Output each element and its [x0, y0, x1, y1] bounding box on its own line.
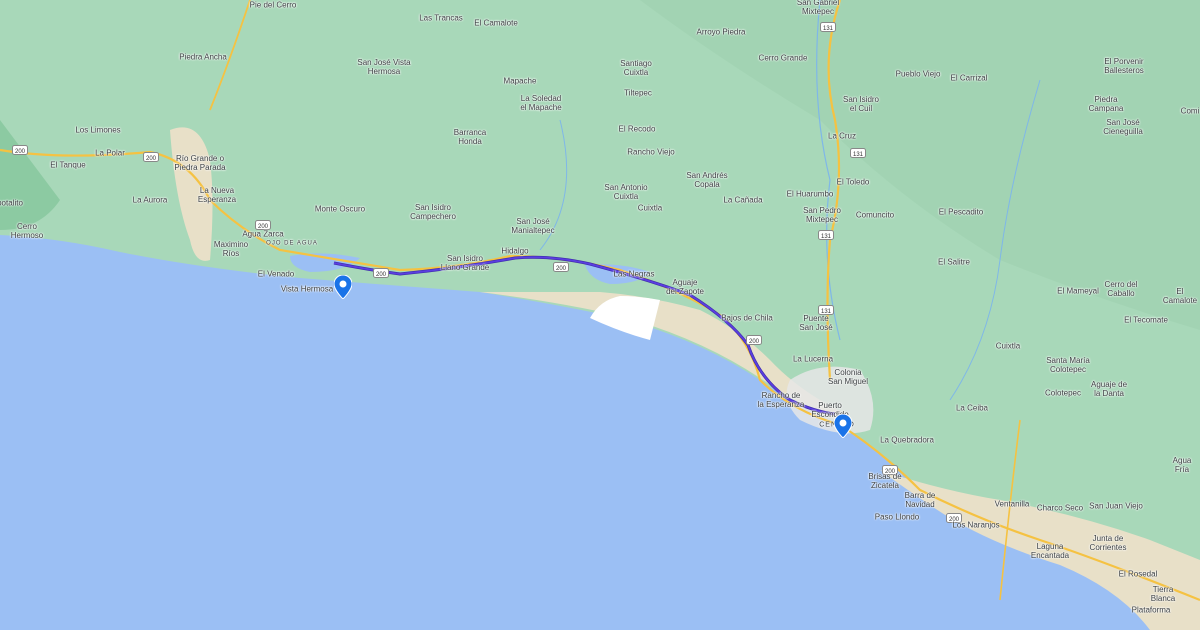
- place-label: Aguaje del Zapote: [666, 278, 704, 296]
- place-label: La Polar: [95, 148, 125, 158]
- place-label: La Cruz: [827, 131, 857, 141]
- place-label: Comuncito: [855, 210, 895, 220]
- place-label: El Rosedal: [1118, 569, 1158, 579]
- svg-text:200: 200: [556, 266, 567, 272]
- place-label: Laguna Encantada: [1030, 542, 1070, 560]
- place-label: El Tecomate: [1124, 315, 1168, 325]
- place-label: San Gabriel Mixtepec: [796, 0, 840, 16]
- place-label: Arroyo Piedra: [696, 27, 746, 37]
- place-label: El Recodo: [618, 124, 656, 134]
- place-label: Barra de Navidad: [904, 491, 936, 509]
- place-label: Bajos de Chila: [721, 313, 773, 323]
- place-label: Agua Fría: [1172, 456, 1192, 474]
- map-pin-icon: [334, 275, 352, 299]
- place-label: Los Limones: [75, 125, 121, 135]
- place-label: Santa María Colotepec: [1046, 356, 1090, 374]
- place-label: El Venado: [257, 269, 295, 279]
- place-label: Brisas de Zicatela: [868, 472, 902, 490]
- place-label: San José Manialtepec: [511, 217, 555, 235]
- place-label: Río Grande o Piedra Parada: [174, 154, 226, 172]
- svg-text:131: 131: [823, 26, 834, 32]
- place-label: La Soledad el Mapache: [520, 94, 562, 112]
- place-label: Cuixtla: [637, 203, 663, 213]
- place-label: La Ceiba: [955, 403, 989, 413]
- place-label: El Toledo: [836, 177, 870, 187]
- place-label: Paso Llondo: [874, 512, 920, 522]
- place-label: La Nueva Esperanza: [197, 186, 237, 204]
- svg-text:200: 200: [376, 272, 387, 278]
- place-label: La Cañada: [723, 195, 763, 205]
- map-pin-icon: [834, 414, 852, 438]
- place-label: Tierra Blanca: [1150, 585, 1176, 603]
- place-label: San Isidro el Cuil: [842, 95, 880, 113]
- place-label: Cerro Grande: [758, 53, 808, 63]
- place-label: San Antonio Cuixtla: [604, 183, 648, 201]
- place-label: Pie del Cerro: [249, 0, 297, 10]
- place-label: Piedra Ancha: [179, 52, 227, 62]
- svg-text:200: 200: [146, 156, 157, 162]
- place-label: Vista Hermosa: [280, 284, 334, 294]
- place-label: El Huarumbo: [786, 189, 834, 199]
- place-label: Rancho Viejo: [627, 147, 675, 157]
- place-label: El Mameyal: [1057, 286, 1099, 296]
- place-label: Barranca Honda: [453, 128, 487, 146]
- place-label: San Pedro Mixtepec: [803, 206, 841, 224]
- place-label: La Lucerna: [792, 354, 834, 364]
- place-label: potalito: [0, 198, 23, 208]
- place-label: Hidalgo: [501, 246, 529, 256]
- place-label: La Quebradora: [880, 435, 934, 445]
- place-label: Las Negras: [613, 269, 655, 279]
- place-label: San José Cieneguilla: [1103, 118, 1143, 136]
- svg-text:131: 131: [821, 234, 832, 240]
- place-label: Cuixtla: [995, 341, 1021, 351]
- place-label: Colonia San Miguel: [827, 368, 869, 386]
- place-label: Puente San José: [799, 314, 833, 332]
- place-label: San Isidro Llano Grande: [440, 254, 490, 272]
- place-label: Junta de Corrientes: [1089, 534, 1127, 552]
- place-label: Pueblo Viejo: [895, 69, 941, 79]
- place-label: Mapache: [503, 76, 537, 86]
- place-label: Cerro del Caballo: [1104, 280, 1138, 298]
- place-label: El Tanque: [50, 160, 86, 170]
- place-label: San Juan Viejo: [1089, 501, 1143, 511]
- map-canvas[interactable]: 200 200 200 200 200 131 131 131 131 200 …: [0, 0, 1200, 630]
- place-label: Piedra Campana: [1088, 95, 1124, 113]
- place-label: Monte Oscuro: [314, 204, 366, 214]
- place-label: Colotepec: [1044, 388, 1082, 398]
- place-label: Agua Zarca: [242, 229, 284, 239]
- place-label: La Aurora: [132, 195, 168, 205]
- place-label: San Isidro Campechero: [410, 203, 456, 221]
- place-label: Plataforma: [1131, 605, 1171, 615]
- place-label: El Camalote: [474, 18, 518, 28]
- place-label: Rancho de la Esperanza: [757, 391, 805, 409]
- place-label: El Camalote: [1162, 287, 1198, 305]
- svg-text:200: 200: [749, 339, 760, 345]
- place-label: San Andrés Copala: [686, 171, 728, 189]
- place-label: San José Vista Hermosa: [357, 58, 411, 76]
- place-label: El Salitre: [937, 257, 971, 267]
- place-label: Charco Seco: [1036, 503, 1084, 513]
- place-label: Tiltepec: [624, 88, 652, 98]
- svg-text:131: 131: [853, 152, 864, 158]
- place-label: Comi: [1180, 106, 1200, 116]
- place-label: Cerro Hermoso: [10, 222, 44, 240]
- place-label: Las Trancas: [419, 13, 463, 23]
- place-label: El Pescadito: [938, 207, 984, 217]
- place-label: Santiago Cuixtla: [620, 59, 652, 77]
- place-label: Aguaje de la Danta: [1090, 380, 1128, 398]
- place-label: Ventanilla: [994, 499, 1030, 509]
- svg-text:200: 200: [15, 149, 26, 155]
- place-label: El Porvenir Ballesteros: [1104, 57, 1144, 75]
- map-base-layer: [0, 0, 1200, 630]
- place-label: OJO DE AGUA: [266, 240, 318, 247]
- place-label: Los Naranjos: [952, 520, 1000, 530]
- place-label: Maximino Ríos: [213, 240, 249, 258]
- place-label: El Carrizal: [950, 73, 988, 83]
